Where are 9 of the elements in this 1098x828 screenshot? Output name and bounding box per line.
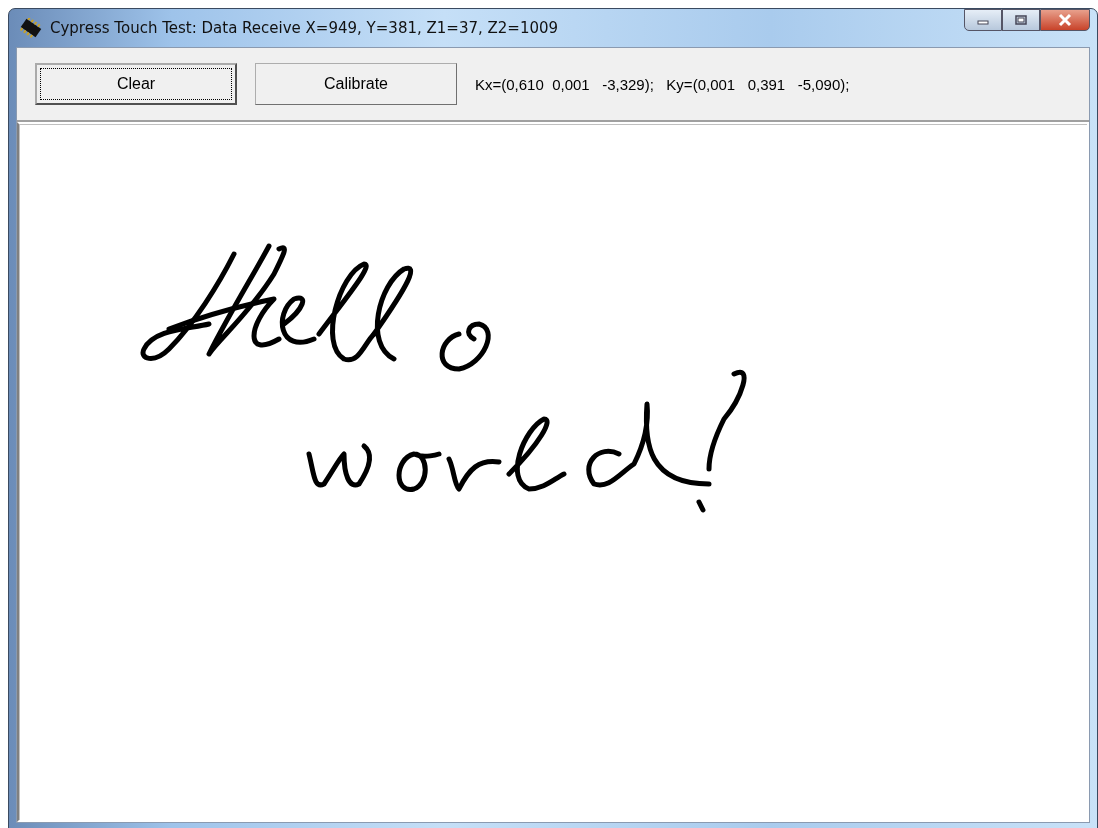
window-title: Cypress Touch Test: Data Receive X=949, Y=381, Z1=37, Z2=1009 — [50, 19, 559, 37]
minimize-button[interactable] — [964, 9, 1002, 31]
close-icon — [1056, 13, 1074, 27]
close-button[interactable] — [1040, 9, 1090, 31]
maximize-button[interactable] — [1002, 9, 1040, 31]
clear-button[interactable]: Clear — [35, 63, 237, 105]
maximize-icon — [1014, 14, 1028, 26]
calibrate-button[interactable]: Calibrate — [255, 63, 457, 105]
calibration-coefficients: Kx=(0,610 0,001 -3,329); Ky=(0,001 0,391 -5,090); — [475, 75, 850, 93]
